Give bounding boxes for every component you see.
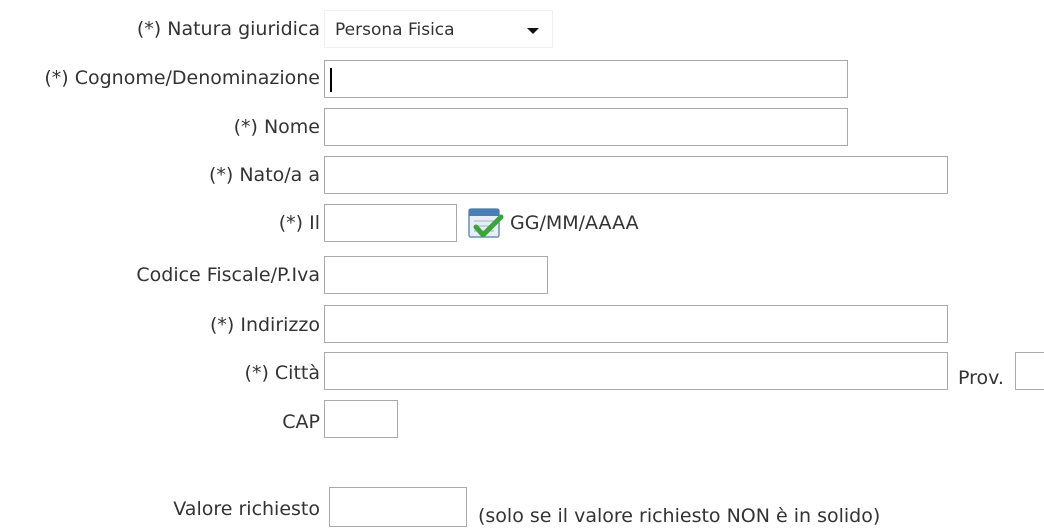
citta-label: (*) Città <box>244 362 320 384</box>
cognome-label: (*) Cognome/Denominazione <box>44 67 320 89</box>
nato-label: (*) Nato/a a <box>208 164 320 186</box>
date-input[interactable] <box>324 204 457 242</box>
indirizzo-input[interactable] <box>324 305 948 343</box>
citta-input[interactable] <box>324 352 948 390</box>
natura-giuridica-select[interactable]: Persona Fisica <box>324 10 553 48</box>
valore-richiesto-note: (solo se il valore richiesto NON è in so… <box>478 505 881 527</box>
codice-fiscale-label: Codice Fiscale/P.Iva <box>136 264 320 286</box>
nato-input[interactable] <box>324 156 948 194</box>
calendar-check-icon[interactable] <box>466 203 504 243</box>
valore-richiesto-input[interactable] <box>329 487 467 527</box>
cap-label: CAP <box>282 411 320 433</box>
provincia-input[interactable] <box>1015 352 1044 390</box>
nome-input[interactable] <box>324 108 848 146</box>
il-label: (*) Il <box>278 212 320 234</box>
cap-input[interactable] <box>324 400 398 438</box>
provincia-label: Prov. <box>958 367 1004 389</box>
natura-giuridica-label: (*) Natura giuridica <box>136 18 320 40</box>
valore-richiesto-label: Valore richiesto <box>173 498 320 520</box>
nome-label: (*) Nome <box>233 116 320 138</box>
date-format-hint: GG/MM/AAAA <box>510 212 639 234</box>
chevron-down-icon <box>527 28 539 34</box>
cognome-input[interactable] <box>324 60 848 98</box>
indirizzo-label: (*) Indirizzo <box>209 314 320 336</box>
natura-giuridica-value: Persona Fisica <box>335 20 455 40</box>
codice-fiscale-input[interactable] <box>324 256 548 294</box>
